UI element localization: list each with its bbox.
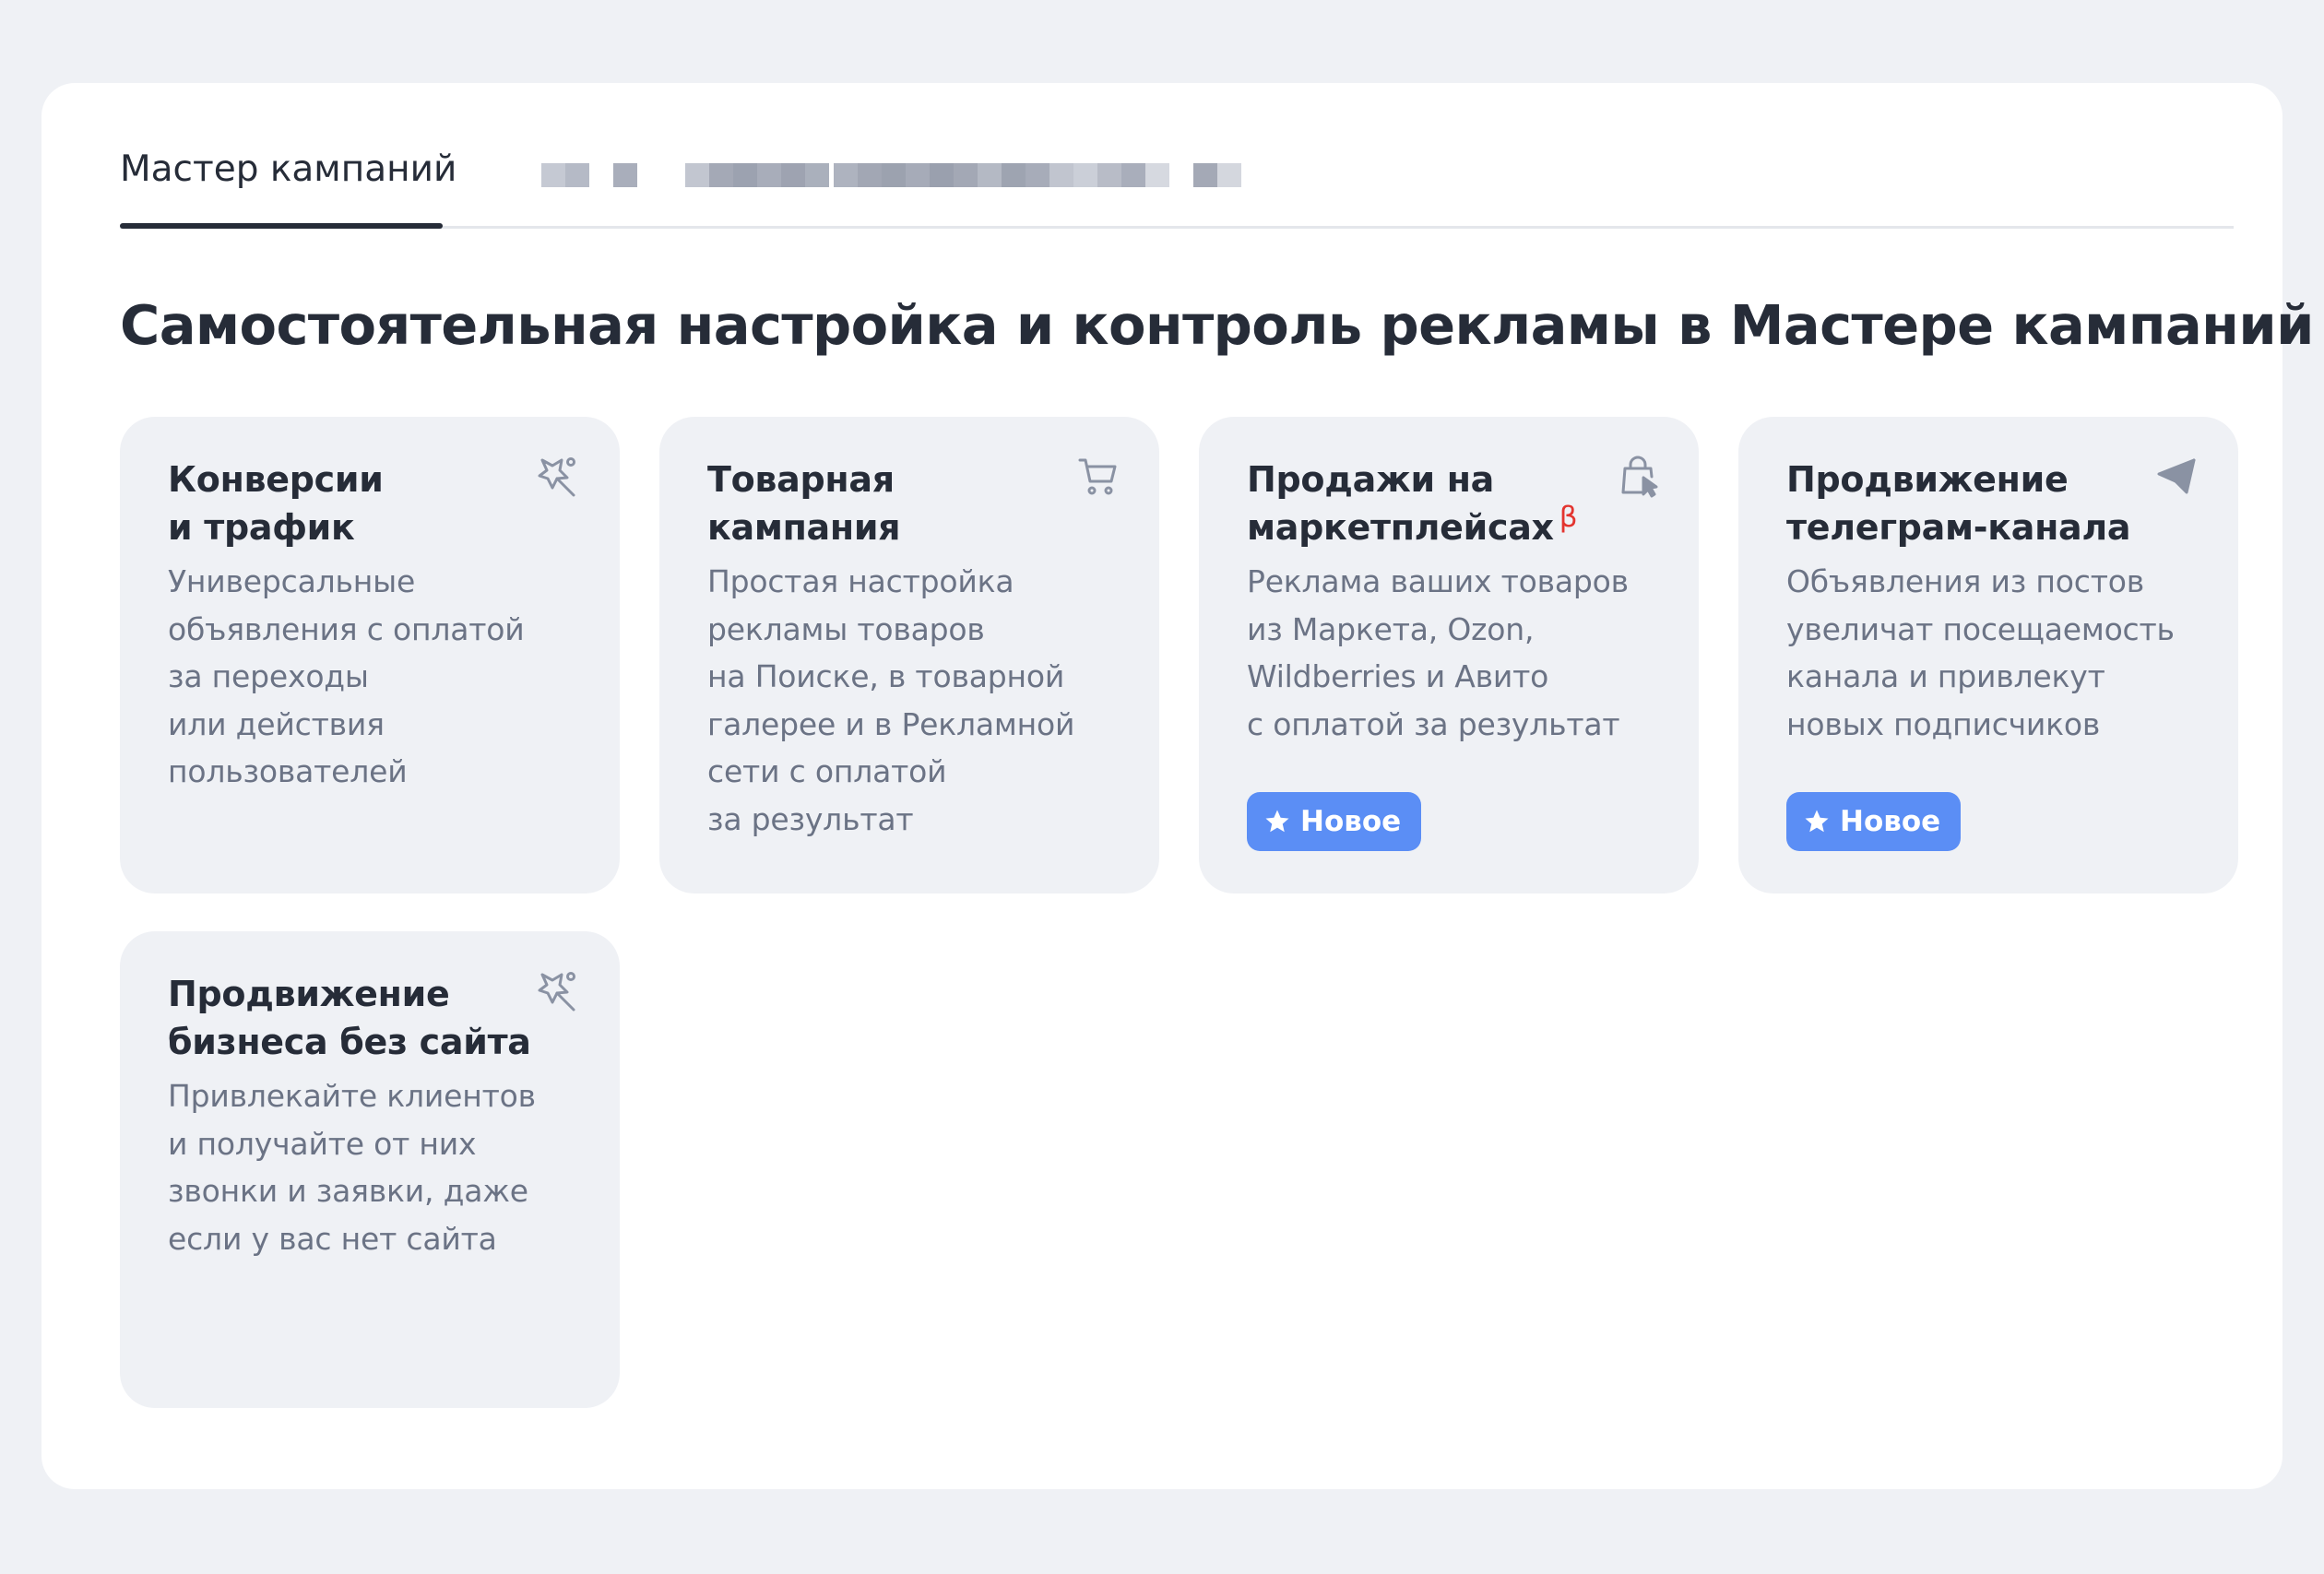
shopping-cart-icon	[1076, 454, 1120, 498]
card-description: Объявления из постов увеличат посещаемос…	[1786, 563, 2175, 742]
card-description: Простая настройка рекламы товаров на Пои…	[707, 563, 1075, 837]
card-title: Товарная кампания	[707, 459, 901, 548]
shopping-bag-cursor-icon	[1616, 454, 1660, 498]
card-description: Универсальные объявления с оплатой за пе…	[168, 563, 525, 789]
card-marketplace-sales[interactable]: Продажи на маркетплейсах β Реклама ваших …	[1199, 417, 1699, 894]
card-conversions-traffic[interactable]: Конверсии и трафик Универсальные объявле…	[120, 417, 620, 894]
page-title: Самостоятельная настройка и контроль рек…	[120, 293, 2314, 357]
star-icon	[1805, 810, 1829, 833]
card-telegram-promotion[interactable]: Продвижение телеграм-канала Объявления и…	[1738, 417, 2238, 894]
card-business-without-site[interactable]: Продвижение бизнеса без сайта Привлекайт…	[120, 931, 620, 1408]
tab-bar: Мастер кампаний	[120, 83, 2234, 229]
card-title: Продажи на маркетплейсах β	[1247, 456, 1616, 554]
campaign-master-panel: Мастер кампаний Самостоятельная настройк…	[42, 83, 2314, 1489]
card-title: Продвижение телеграм-канала	[1786, 459, 2131, 548]
card-title: Конверсии и трафик	[168, 459, 384, 548]
active-tab-indicator	[120, 223, 443, 229]
card-description: Привлекайте клиентов и получайте от них …	[168, 1078, 536, 1257]
card-description: Реклама ваших товаров из Маркета, Ozon, …	[1247, 563, 1629, 742]
beta-mark: β	[1559, 501, 1578, 534]
new-badge-label: Новое	[1840, 805, 1941, 838]
magic-wand-icon	[537, 968, 581, 1012]
card-title: Продвижение бизнеса без сайта	[168, 974, 531, 1062]
new-badge: Новое	[1786, 792, 1962, 851]
tab-campaign-master-label: Мастер кампаний	[120, 148, 457, 190]
tab-blurred-2[interactable]	[685, 146, 833, 191]
star-icon	[1265, 810, 1289, 833]
tab-blurred-3[interactable]	[834, 146, 1313, 191]
new-badge-label: Новое	[1300, 805, 1402, 838]
card-product-campaign[interactable]: Товарная кампания Простая настройка рекл…	[659, 417, 1159, 894]
magic-wand-icon	[537, 454, 581, 498]
card-title-text: Продажи на маркетплейсах	[1247, 459, 1554, 548]
tab-campaign-master[interactable]: Мастер кампаний	[120, 148, 456, 190]
new-badge: Новое	[1247, 792, 1422, 851]
tab-blurred-1[interactable]	[541, 146, 652, 191]
paper-plane-icon	[2155, 454, 2200, 498]
